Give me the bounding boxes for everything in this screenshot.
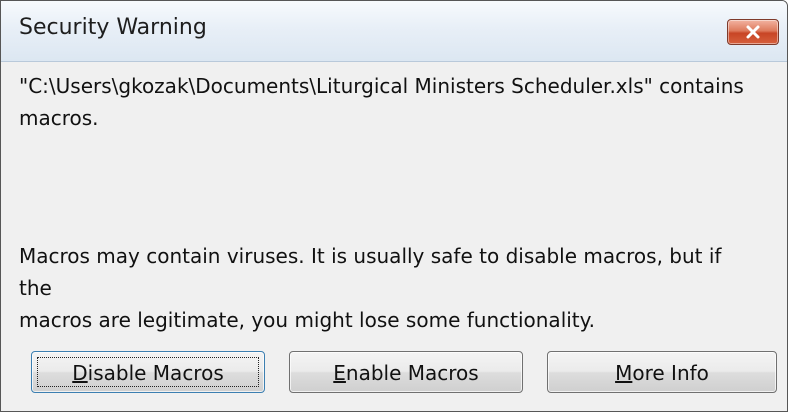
more-info-button[interactable]: More Info xyxy=(547,351,777,393)
file-message-line-2: macros. xyxy=(19,106,99,130)
enable-macros-label: nable Macros xyxy=(345,361,479,385)
security-warning-dialog: Security Warning "C:\Users\gkozak\Docume… xyxy=(0,0,788,412)
virus-warning-message: Macros may contain viruses. It is usuall… xyxy=(19,240,759,336)
more-info-mnemonic: M xyxy=(615,361,633,385)
enable-macros-button[interactable]: Enable Macros xyxy=(289,351,523,393)
window-title: Security Warning xyxy=(19,15,207,40)
virus-warning-line-1: Macros may contain viruses. It is usuall… xyxy=(19,244,722,300)
more-info-label: ore Info xyxy=(632,361,709,385)
file-message: "C:\Users\gkozak\Documents\Liturgical Mi… xyxy=(19,70,759,134)
virus-warning-line-2: macros are legitimate, you might lose so… xyxy=(19,308,595,332)
title-bar[interactable]: Security Warning xyxy=(1,1,787,62)
close-button[interactable] xyxy=(727,19,779,45)
file-message-line-1: "C:\Users\gkozak\Documents\Liturgical Mi… xyxy=(19,74,744,98)
close-x-icon xyxy=(746,25,760,39)
enable-macros-mnemonic: E xyxy=(333,361,346,385)
focus-ring xyxy=(37,357,259,387)
disable-macros-button[interactable]: Disable Macros xyxy=(31,351,265,393)
dialog-body: "C:\Users\gkozak\Documents\Liturgical Mi… xyxy=(1,62,787,411)
